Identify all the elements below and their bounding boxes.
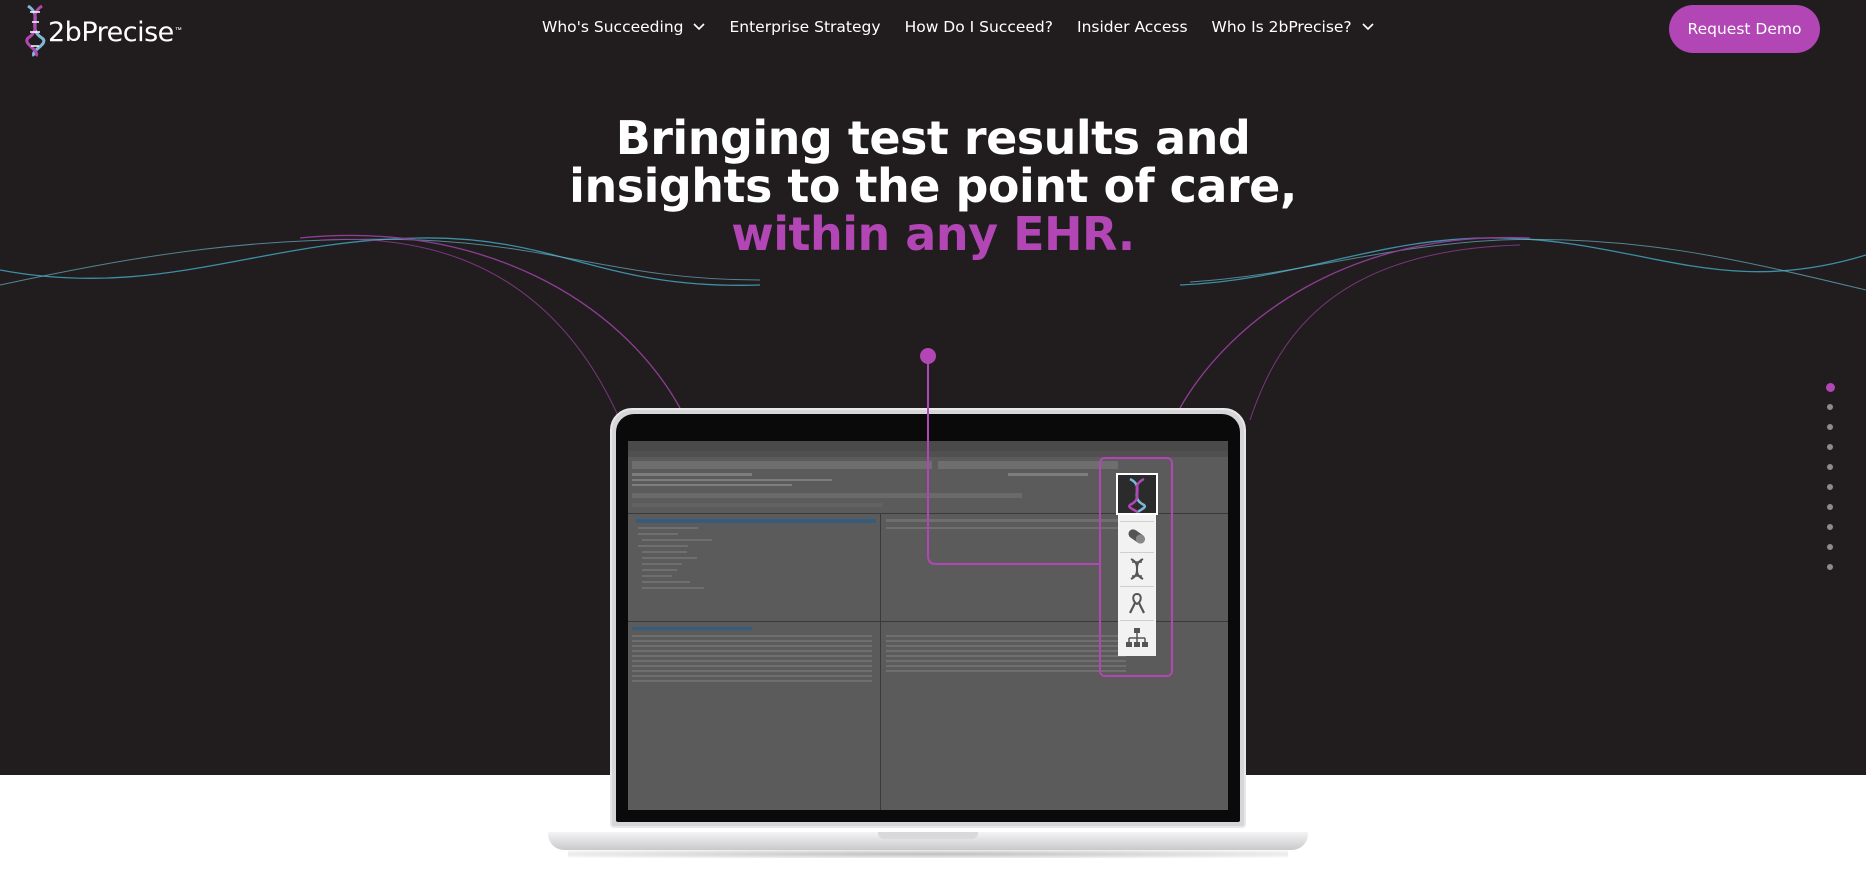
- headline-line-1: Bringing test results and: [615, 111, 1251, 165]
- section-dot[interactable]: [1827, 564, 1833, 570]
- nav-item-label: Who Is 2bPrecise?: [1211, 18, 1352, 36]
- headline-accent-line: within any EHR.: [731, 207, 1135, 261]
- dna-logo-icon: [1128, 477, 1147, 515]
- main-nav: Who's Succeeding Enterprise Strategy How…: [542, 18, 1398, 36]
- plugin-divider: [1120, 521, 1154, 522]
- hierarchy-icon[interactable]: [1124, 626, 1150, 650]
- brand-name: 2bPrecise: [48, 16, 174, 48]
- nav-item-label: Insider Access: [1077, 18, 1188, 36]
- section-dot[interactable]: [1827, 464, 1833, 470]
- plugin-divider: [1120, 586, 1154, 587]
- request-demo-button[interactable]: Request Demo: [1669, 5, 1820, 53]
- pill-icon[interactable]: [1124, 524, 1150, 548]
- nav-item-enterprise-strategy[interactable]: Enterprise Strategy: [729, 18, 880, 36]
- headline-line-2: insights to the point of care,: [569, 159, 1297, 213]
- section-dot[interactable]: [1827, 424, 1833, 430]
- section-pagination-dots: [1825, 383, 1835, 584]
- brand-logo[interactable]: 2bPrecise ™: [20, 2, 182, 58]
- nav-item-how-do-i-succeed[interactable]: How Do I Succeed?: [905, 18, 1053, 36]
- nav-item-whos-succeeding[interactable]: Who's Succeeding: [542, 18, 706, 36]
- nav-item-who-is-2bprecise[interactable]: Who Is 2bPrecise?: [1212, 18, 1374, 36]
- trademark-symbol: ™: [174, 26, 182, 34]
- laptop-shadow: [568, 850, 1288, 858]
- chevron-down-icon: [693, 23, 706, 31]
- dna-helix-icon[interactable]: [1124, 557, 1150, 581]
- laptop-illustration: [548, 408, 1308, 860]
- section-dot[interactable]: [1827, 544, 1833, 550]
- section-dot[interactable]: [1827, 404, 1833, 410]
- chevron-down-icon: [1362, 23, 1374, 31]
- nav-item-label: Enterprise Strategy: [729, 18, 881, 36]
- dna-logo-icon: [25, 4, 46, 57]
- plugin-logo-tile[interactable]: [1116, 473, 1158, 515]
- nav-item-label: How Do I Succeed?: [904, 18, 1053, 36]
- section-dot[interactable]: [1827, 444, 1833, 450]
- nav-item-insider-access[interactable]: Insider Access: [1077, 18, 1188, 36]
- nav-item-label: Who's Succeeding: [542, 18, 684, 36]
- ribbon-icon[interactable]: [1124, 591, 1150, 615]
- connector-dot: [920, 348, 936, 364]
- section-dot[interactable]: [1827, 484, 1833, 490]
- laptop-notch: [878, 832, 978, 839]
- plugin-divider: [1120, 552, 1154, 553]
- section-dot[interactable]: [1827, 524, 1833, 530]
- plugin-divider: [1120, 620, 1154, 621]
- hero-headline: Bringing test results and insights to th…: [533, 114, 1333, 258]
- section-dot[interactable]: [1827, 504, 1833, 510]
- section-dot-active[interactable]: [1825, 383, 1835, 392]
